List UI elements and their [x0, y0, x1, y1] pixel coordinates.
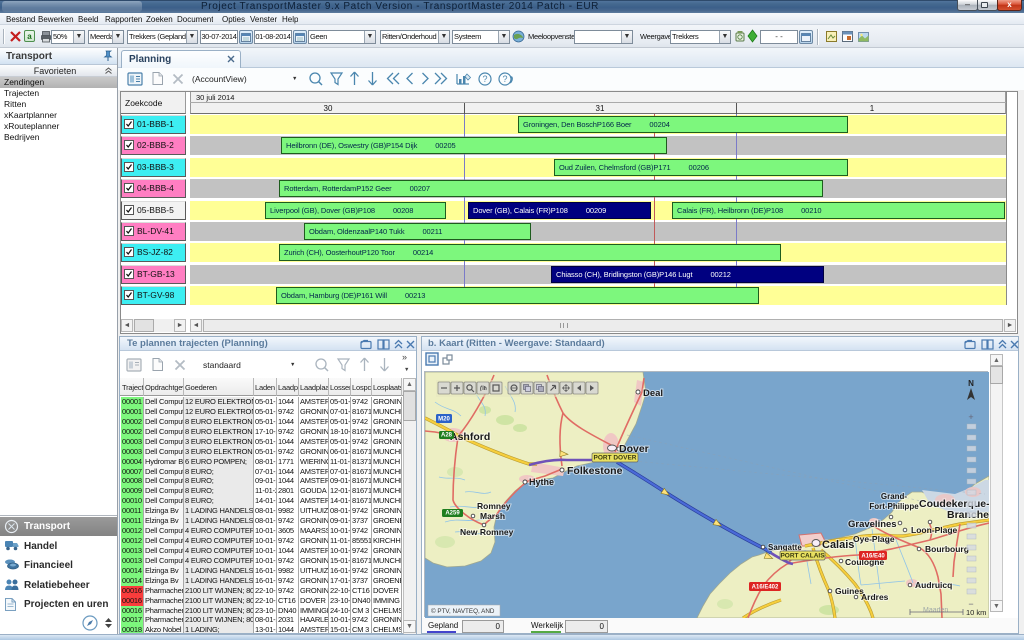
- svg-text:M20: M20: [438, 417, 450, 423]
- svg-text:+: +: [968, 412, 973, 422]
- svg-text:Ardres: Ardres: [861, 592, 889, 602]
- svg-text:A16/E40: A16/E40: [861, 554, 885, 560]
- svg-text:© PTV, NAVTEQ, AND: © PTV, NAVTEQ, AND: [431, 607, 495, 615]
- svg-text:Calais: Calais: [822, 539, 854, 551]
- svg-text:Oye-Plage: Oye-Plage: [853, 534, 895, 544]
- svg-text:Ashford: Ashford: [450, 431, 490, 443]
- svg-text:Marsh: Marsh: [480, 511, 505, 521]
- svg-text:Fort-Philippe: Fort-Philippe: [869, 502, 919, 511]
- svg-text:Loon-Plage: Loon-Plage: [911, 525, 958, 535]
- svg-text:Hythe: Hythe: [529, 477, 554, 487]
- svg-text:?: ?: [502, 74, 507, 84]
- svg-text:Audruicq: Audruicq: [915, 580, 952, 590]
- svg-text:10 km: 10 km: [966, 608, 986, 617]
- svg-text:New Romney: New Romney: [460, 527, 514, 537]
- svg-text:A259: A259: [445, 511, 460, 517]
- svg-text:?: ?: [482, 74, 487, 84]
- svg-text:Deal: Deal: [643, 388, 663, 399]
- svg-text:PORT CALAIS: PORT CALAIS: [780, 553, 825, 560]
- svg-text:A16/E402: A16/E402: [752, 585, 779, 591]
- svg-text:PORT DOVER: PORT DOVER: [594, 455, 637, 462]
- svg-text:Romney: Romney: [477, 501, 511, 511]
- svg-text:N: N: [968, 379, 974, 388]
- svg-text:Gravelines: Gravelines: [848, 519, 897, 530]
- svg-text:Bourbourg: Bourbourg: [925, 544, 969, 554]
- svg-text:Grand-: Grand-: [881, 492, 908, 501]
- svg-text:Maaden: Maaden: [923, 607, 948, 614]
- svg-text:Folkestone: Folkestone: [567, 465, 623, 477]
- svg-text:Guines: Guines: [835, 586, 864, 596]
- svg-text:A28: A28: [441, 433, 453, 439]
